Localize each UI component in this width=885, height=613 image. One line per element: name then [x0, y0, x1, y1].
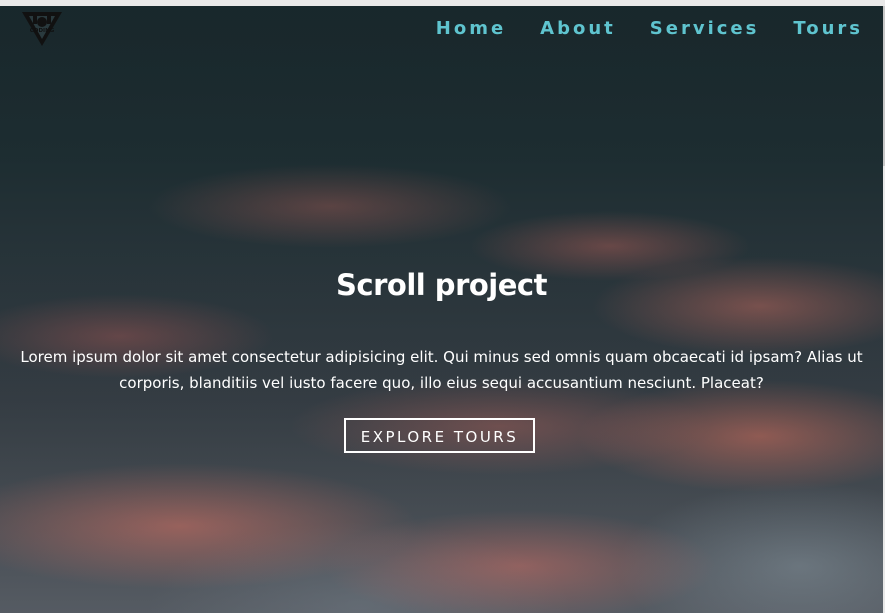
nav-link-about[interactable]: About [540, 18, 616, 40]
nav-link-services[interactable]: Services [650, 18, 760, 40]
explore-tours-button[interactable]: EXPLORE TOURS [344, 418, 535, 453]
nav-link-tours[interactable]: Tours [793, 18, 863, 40]
page-viewport: CODING Home About Services Tours Scroll … [0, 6, 883, 613]
hero-title: Scroll project [336, 268, 547, 302]
hero-description: Lorem ipsum dolor sit amet consectetur a… [20, 348, 863, 392]
coding-logo-icon[interactable]: CODING [20, 10, 64, 48]
nav-link-home[interactable]: Home [436, 18, 506, 40]
logo-text: CODING [30, 28, 55, 34]
navbar: CODING Home About Services Tours [0, 6, 883, 52]
hero-overlay [0, 6, 883, 613]
nav-links: Home About Services Tours [402, 18, 863, 40]
